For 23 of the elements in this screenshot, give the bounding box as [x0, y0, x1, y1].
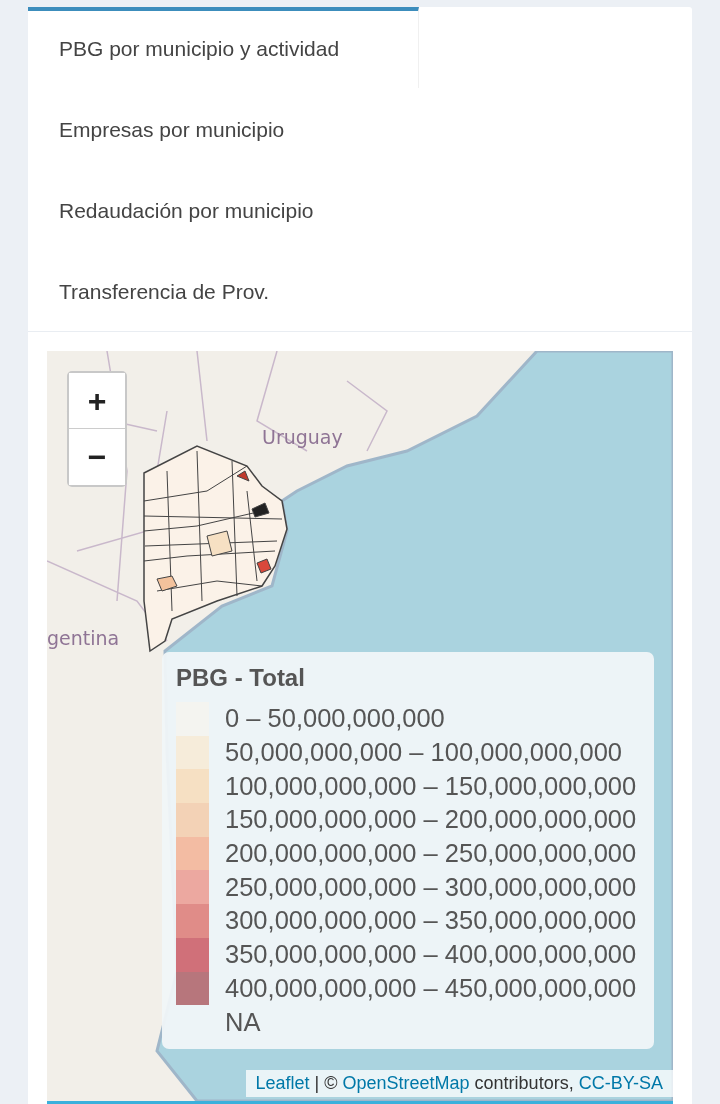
legend-label: 150,000,000,000 – 200,000,000,000 — [225, 805, 637, 835]
map[interactable] — [47, 351, 673, 1101]
tab[interactable]: Empresas por municipio — [28, 88, 316, 169]
legend-label: 50,000,000,000 – 100,000,000,000 — [225, 738, 623, 768]
legend-label: 300,000,000,000 – 350,000,000,000 — [225, 906, 637, 936]
legend-label: NA — [225, 1007, 261, 1037]
legend-label: 350,000,000,000 – 400,000,000,000 — [225, 940, 637, 970]
attribution-text: Leaflet | © OpenStreetMap contributors, CC-BY-SA — [245, 1070, 673, 1097]
tab[interactable]: Transferencia de Prov. — [28, 250, 301, 331]
license-link[interactable]: CC-BY-SA — [578, 1073, 663, 1093]
openstreetmap-link[interactable]: OpenStreetMap — [342, 1073, 470, 1093]
legend-title: PBG - Total — [176, 664, 306, 692]
tab[interactable]: PBG por municipio y actividad — [28, 7, 419, 88]
legend-label: 250,000,000,000 – 300,000,000,000 — [225, 872, 637, 902]
legend-label: 100,000,000,000 – 150,000,000,000 — [225, 771, 637, 801]
legend-label: 200,000,000,000 – 250,000,000,000 — [225, 839, 637, 869]
leaflet-link[interactable]: Leaflet — [255, 1073, 310, 1093]
map-label: Uruguay — [262, 426, 343, 448]
tab[interactable]: Redaudación por municipio — [28, 169, 345, 250]
zoom-in-button[interactable]: + — [69, 373, 125, 429]
legend-label: 0 – 50,000,000,000 — [225, 704, 445, 734]
legend-label: 400,000,000,000 – 450,000,000,000 — [225, 973, 637, 1003]
map-label: gentina — [47, 627, 120, 649]
